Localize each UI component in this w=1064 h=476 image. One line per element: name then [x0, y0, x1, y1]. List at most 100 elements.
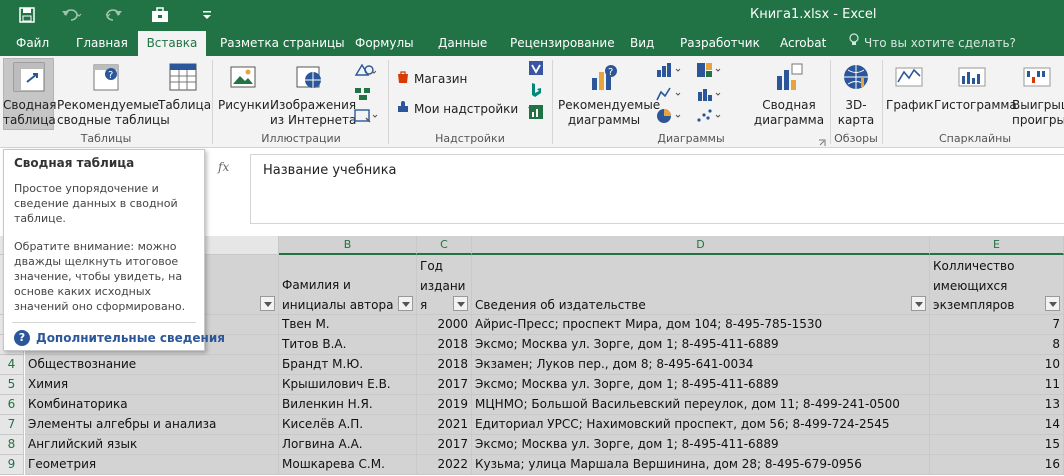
- online-pictures-button[interactable]: Изображения из Интернета: [270, 62, 356, 128]
- store-button[interactable]: Магазин: [396, 70, 467, 87]
- hierarchy-chart-button[interactable]: [696, 62, 726, 78]
- recommended-charts-button[interactable]: ? Рекомендуемые диаграммы: [558, 62, 660, 128]
- row-header[interactable]: 5: [0, 375, 24, 395]
- tab-formulas[interactable]: Формулы: [347, 31, 422, 56]
- table-button[interactable]: Таблица: [158, 62, 211, 113]
- statistic-chart-button[interactable]: [696, 86, 726, 102]
- my-addins-button[interactable]: Мои надстройки: [396, 100, 537, 117]
- customize-qat-icon[interactable]: [200, 6, 214, 24]
- smartart-button[interactable]: [354, 86, 372, 105]
- table-cell-c[interactable]: 2018: [417, 335, 472, 355]
- sparkline-winloss-button[interactable]: Выигрыш проигрыш: [1012, 62, 1064, 128]
- table-cell-a[interactable]: Элементы алгебры и анализа: [25, 415, 279, 435]
- row-header[interactable]: 4: [0, 355, 24, 375]
- table-cell-e[interactable]: 13: [930, 395, 1064, 415]
- table-cell-b[interactable]: Виленкин Н.Я.: [279, 395, 417, 415]
- column-header-c[interactable]: C: [417, 236, 472, 255]
- tab-developer[interactable]: Разработчик: [672, 31, 768, 56]
- table-cell-b[interactable]: Мошкарева С.М.: [279, 455, 417, 475]
- pictures-button[interactable]: Рисунки: [218, 62, 270, 113]
- table-header-cell-e[interactable]: Колличество имеющихся экземпляров: [930, 255, 1064, 315]
- table-cell-c[interactable]: 2017: [417, 435, 472, 455]
- table-cell-d[interactable]: МЦНМО; Большой Васильевский переулок, до…: [472, 395, 930, 415]
- table-cell-e[interactable]: 11: [930, 375, 1064, 395]
- table-header-cell-d[interactable]: Сведения об издательстве: [472, 255, 930, 315]
- table-cell-e[interactable]: 7: [930, 315, 1064, 335]
- pivot-chart-button[interactable]: Сводная диаграмма: [752, 62, 826, 128]
- row-header[interactable]: 6: [0, 395, 24, 415]
- table-cell-b[interactable]: Брандт М.Ю.: [279, 355, 417, 375]
- table-cell-d[interactable]: Эксмо; Москва ул. Зорге, дом 1; 8-495-41…: [472, 335, 930, 355]
- shapes-button[interactable]: [354, 62, 377, 81]
- people-graph-icon[interactable]: [528, 104, 544, 120]
- tab-page-layout[interactable]: Разметка страницы: [212, 31, 353, 56]
- table-cell-d[interactable]: Эксмо; Москва ул. Зорге, дом 1; 8-495-41…: [472, 435, 930, 455]
- sparkline-column-button[interactable]: Гистограмма: [934, 62, 1017, 113]
- pivot-table-button[interactable]: Сводная таблица: [3, 62, 57, 128]
- tooltip-more-info-link[interactable]: ? Дополнительные сведения: [14, 330, 225, 346]
- table-cell-e[interactable]: 8: [930, 335, 1064, 355]
- table-cell-b[interactable]: Титов В.А.: [279, 335, 417, 355]
- table-cell-d[interactable]: Айрис-Пресс; проспект Мира, дом 104; 8-4…: [472, 315, 930, 335]
- row-header[interactable]: 8: [0, 435, 24, 455]
- undo-icon[interactable]: [60, 6, 84, 24]
- table-cell-c[interactable]: 2022: [417, 455, 472, 475]
- table-cell-b[interactable]: Крышилович Е.В.: [279, 375, 417, 395]
- tab-home[interactable]: Главная: [68, 31, 136, 56]
- tab-acrobat[interactable]: Acrobat: [772, 31, 834, 56]
- fx-icon[interactable]: fx: [218, 160, 229, 174]
- table-cell-d[interactable]: Кузьма; улица Маршала Вершинина, дом 28;…: [472, 455, 930, 475]
- line-chart-button[interactable]: [656, 86, 686, 102]
- table-cell-d[interactable]: Едиториал УРСС; Нахимовский проспект, до…: [472, 415, 930, 435]
- column-header-e[interactable]: E: [930, 236, 1064, 255]
- table-cell-a[interactable]: Обществознание: [25, 355, 279, 375]
- recommended-pivot-button[interactable]: ? Рекомендуемые сводные таблицы: [57, 62, 170, 128]
- table-header-cell-c[interactable]: Год издани я: [417, 255, 472, 315]
- row-header[interactable]: 7: [0, 415, 24, 435]
- tab-review[interactable]: Рецензирование: [502, 31, 623, 56]
- table-cell-a[interactable]: Химия: [25, 375, 279, 395]
- table-cell-b[interactable]: Киселёв А.П.: [279, 415, 417, 435]
- filter-dropdown-icon[interactable]: [453, 296, 468, 311]
- table-cell-e[interactable]: 15: [930, 435, 1064, 455]
- column-chart-button[interactable]: [656, 62, 686, 78]
- formula-input[interactable]: Название учебника: [250, 154, 1064, 224]
- redo-icon[interactable]: [104, 6, 128, 24]
- tab-view[interactable]: Вид: [622, 31, 662, 56]
- save-icon[interactable]: [18, 6, 36, 24]
- sparkline-line-button[interactable]: График: [886, 62, 934, 113]
- filter-dropdown-icon[interactable]: [260, 296, 275, 311]
- table-cell-c[interactable]: 2017: [417, 375, 472, 395]
- table-cell-b[interactable]: Логвина А.А.: [279, 435, 417, 455]
- table-cell-e[interactable]: 14: [930, 415, 1064, 435]
- table-cell-c[interactable]: 2019: [417, 395, 472, 415]
- table-cell-d[interactable]: Эксмо; Москва ул. Зорге, дом 1; 8-495-41…: [472, 375, 930, 395]
- column-header-b[interactable]: B: [279, 236, 417, 255]
- filter-dropdown-icon[interactable]: [1045, 296, 1060, 311]
- table-cell-e[interactable]: 10: [930, 355, 1064, 375]
- bing-addin-icon[interactable]: [528, 82, 544, 98]
- screenshot-button[interactable]: [354, 108, 380, 127]
- table-cell-a[interactable]: Английский язык: [25, 435, 279, 455]
- row-header[interactable]: 9: [0, 455, 24, 475]
- pie-chart-button[interactable]: [656, 108, 686, 124]
- tab-data[interactable]: Данные: [430, 31, 495, 56]
- table-cell-b[interactable]: Твен М.: [279, 315, 417, 335]
- table-cell-d[interactable]: Экзамен; Луков пер., дом 8; 8-495-641-00…: [472, 355, 930, 375]
- tab-insert[interactable]: Вставка: [138, 31, 206, 56]
- table-cell-c[interactable]: 2018: [417, 355, 472, 375]
- briefcase-icon[interactable]: [150, 6, 170, 24]
- filter-dropdown-icon[interactable]: [398, 296, 413, 311]
- visio-addin-icon[interactable]: [528, 60, 544, 76]
- table-cell-e[interactable]: 16: [930, 455, 1064, 475]
- table-cell-c[interactable]: 2000: [417, 315, 472, 335]
- table-cell-c[interactable]: 2021: [417, 415, 472, 435]
- scatter-chart-button[interactable]: [696, 108, 726, 124]
- filter-dropdown-icon[interactable]: [911, 296, 926, 311]
- column-header-d[interactable]: D: [472, 236, 930, 255]
- table-cell-a[interactable]: Комбинаторика: [25, 395, 279, 415]
- table-header-cell-b[interactable]: Фамилия и инициалы автора: [279, 255, 417, 315]
- table-cell-a[interactable]: Геометрия: [25, 455, 279, 475]
- 3d-map-button[interactable]: 3D- карта: [834, 62, 878, 128]
- tab-file[interactable]: Файл: [8, 31, 57, 56]
